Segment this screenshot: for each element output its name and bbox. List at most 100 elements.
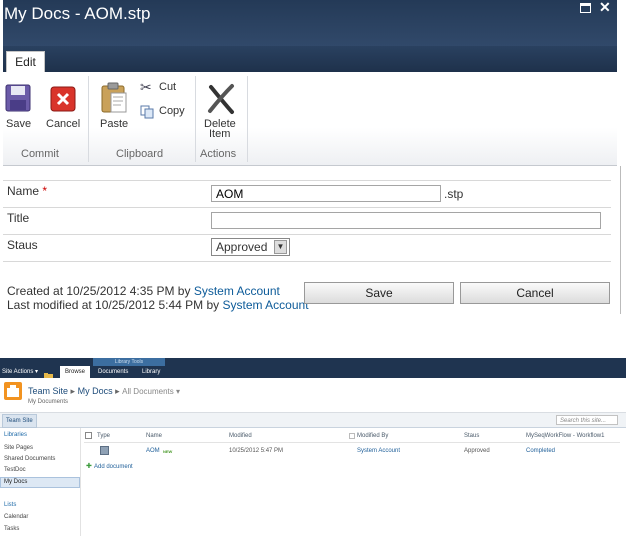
maximize-icon[interactable]	[580, 3, 591, 13]
cell-modified: 10/25/2012 5:47 PM	[229, 448, 284, 454]
form-bottom-rule	[3, 261, 611, 262]
cell-workflow-status[interactable]: Completed	[526, 448, 555, 454]
created-info: Created at 10/25/2012 4:35 PM by System …	[7, 284, 280, 298]
modified-text: Last modified at 10/25/2012 5:44 PM by	[7, 298, 220, 312]
col-header-modified[interactable]: Modified	[229, 433, 252, 439]
breadcrumb: Team Site ▸ My Docs ▸ All Documents ▾	[28, 386, 180, 397]
form-row-rule	[3, 234, 611, 235]
name-suffix: .stp	[444, 187, 464, 201]
col-header-name[interactable]: Name	[146, 433, 162, 439]
breadcrumb-list[interactable]: My Docs	[78, 386, 113, 396]
breadcrumb-site[interactable]: Team Site	[28, 386, 68, 396]
name-field-label: Name *	[7, 184, 47, 198]
cut-label: Cut	[159, 81, 177, 93]
site-logo-icon	[4, 382, 22, 400]
breadcrumb-sep: ▸	[70, 386, 76, 396]
breadcrumb-sep: ▸	[115, 386, 120, 396]
status-selected-value: Approved	[216, 240, 268, 254]
column-checkbox[interactable]	[349, 433, 355, 439]
cell-modified-by[interactable]: System Account	[357, 448, 400, 454]
paste-button[interactable]: Paste	[97, 80, 131, 132]
delete-item-button[interactable]: Delete Item	[200, 80, 242, 140]
group-label-clipboard: Clipboard	[116, 148, 164, 160]
tab-edit[interactable]: Edit	[6, 51, 45, 73]
edit-properties-dialog: My Docs - AOM.stp ✕ Edit Save Cancel Com…	[0, 0, 626, 330]
title-field-label: Title	[7, 211, 30, 225]
cancel-ribbon-button[interactable]: Cancel	[44, 80, 84, 132]
group-label-actions: Actions	[200, 148, 237, 160]
copy-icon	[140, 105, 154, 119]
header-rule	[84, 442, 620, 443]
tab-library[interactable]: Library	[142, 369, 160, 375]
page-description: My Documents	[28, 399, 69, 405]
cell-status: Approved	[464, 448, 490, 454]
copy-button[interactable]: Copy	[139, 104, 189, 120]
form-row-rule	[3, 207, 611, 208]
topnav-team-site[interactable]: Team Site	[2, 414, 37, 428]
sp-top-nav	[0, 413, 626, 428]
ribbon	[3, 72, 617, 166]
document-name-link[interactable]: AOM	[146, 448, 160, 454]
site-actions-menu[interactable]: Site Actions ▾	[2, 368, 38, 375]
table-row[interactable]: AOM NEW 10/25/2012 5:47 PM System Accoun…	[84, 445, 620, 457]
cancel-button[interactable]: Cancel	[460, 282, 610, 304]
floppy-disk-icon	[5, 84, 31, 112]
delete-x-icon	[208, 84, 234, 114]
copy-label: Copy	[159, 105, 185, 117]
ql-item-calendar[interactable]: Calendar	[4, 514, 28, 520]
add-document-label: Add document	[94, 464, 133, 470]
ql-item-site-pages[interactable]: Site Pages	[4, 445, 33, 451]
required-marker: *	[42, 184, 48, 198]
modified-by-link[interactable]: System Account	[222, 298, 308, 312]
navigate-up-icon[interactable]	[44, 367, 54, 380]
add-icon: ✚	[86, 463, 92, 470]
ql-item-testdoc[interactable]: TestDoc	[4, 467, 26, 473]
new-badge: NEW	[163, 449, 173, 454]
col-header-type[interactable]: Type	[97, 433, 110, 439]
save-button[interactable]: Save	[304, 282, 454, 304]
dialog-right-edge	[620, 166, 621, 314]
select-all-checkbox[interactable]	[85, 432, 92, 439]
created-by-link[interactable]: System Account	[194, 284, 280, 298]
modified-info: Last modified at 10/25/2012 5:44 PM by S…	[7, 298, 309, 312]
created-text: Created at 10/25/2012 4:35 PM by	[7, 284, 191, 298]
add-document-link[interactable]: ✚ Add document	[86, 463, 161, 472]
col-header-modified-by[interactable]: Modified By	[357, 433, 388, 439]
ql-libraries-heading[interactable]: Libraries	[4, 432, 27, 438]
col-header-status[interactable]: Staus	[464, 433, 479, 439]
name-label-text: Name	[7, 184, 40, 198]
col-header-workflow[interactable]: MySeqWorkFlow - Workflow1	[526, 433, 604, 439]
paste-label: Paste	[100, 118, 129, 130]
cancel-ribbon-label: Cancel	[46, 118, 81, 130]
ribbon-group-divider	[195, 76, 196, 162]
ql-item-shared-documents[interactable]: Shared Documents	[4, 456, 55, 462]
tab-browse[interactable]: Browse	[60, 366, 90, 378]
delete-label-line2: Item	[209, 128, 231, 140]
ql-item-tasks[interactable]: Tasks	[4, 526, 19, 532]
ribbon-group-divider	[88, 76, 89, 162]
close-icon[interactable]: ✕	[599, 0, 611, 14]
clipboard-paste-icon	[101, 82, 127, 113]
tab-documents[interactable]: Documents	[98, 369, 128, 375]
cancel-x-icon	[50, 86, 76, 112]
ql-lists-heading[interactable]: Lists	[4, 502, 16, 508]
view-selector[interactable]: All Documents ▾	[122, 387, 180, 396]
cut-button[interactable]: ✂ Cut	[139, 79, 185, 96]
scissors-icon: ✂	[140, 79, 152, 95]
ribbon-group-divider	[247, 76, 248, 162]
document-type-icon	[100, 446, 109, 455]
ql-divider	[80, 428, 81, 536]
title-input[interactable]	[211, 212, 601, 229]
search-input[interactable]: Search this site...	[556, 415, 618, 425]
chevron-down-icon[interactable]: ▼	[274, 240, 287, 254]
save-ribbon-label: Save	[6, 118, 32, 130]
form-top-rule	[3, 180, 611, 181]
library-tools-label: Library Tools	[93, 358, 165, 366]
ribbon-tab-strip	[3, 46, 617, 72]
dialog-title: My Docs - AOM.stp	[4, 4, 151, 23]
name-input[interactable]	[211, 185, 441, 202]
ql-item-my-docs[interactable]: My Docs	[4, 479, 27, 485]
save-ribbon-button[interactable]: Save	[3, 80, 35, 132]
status-field-label: Staus	[7, 238, 38, 252]
group-label-commit: Commit	[21, 148, 59, 160]
